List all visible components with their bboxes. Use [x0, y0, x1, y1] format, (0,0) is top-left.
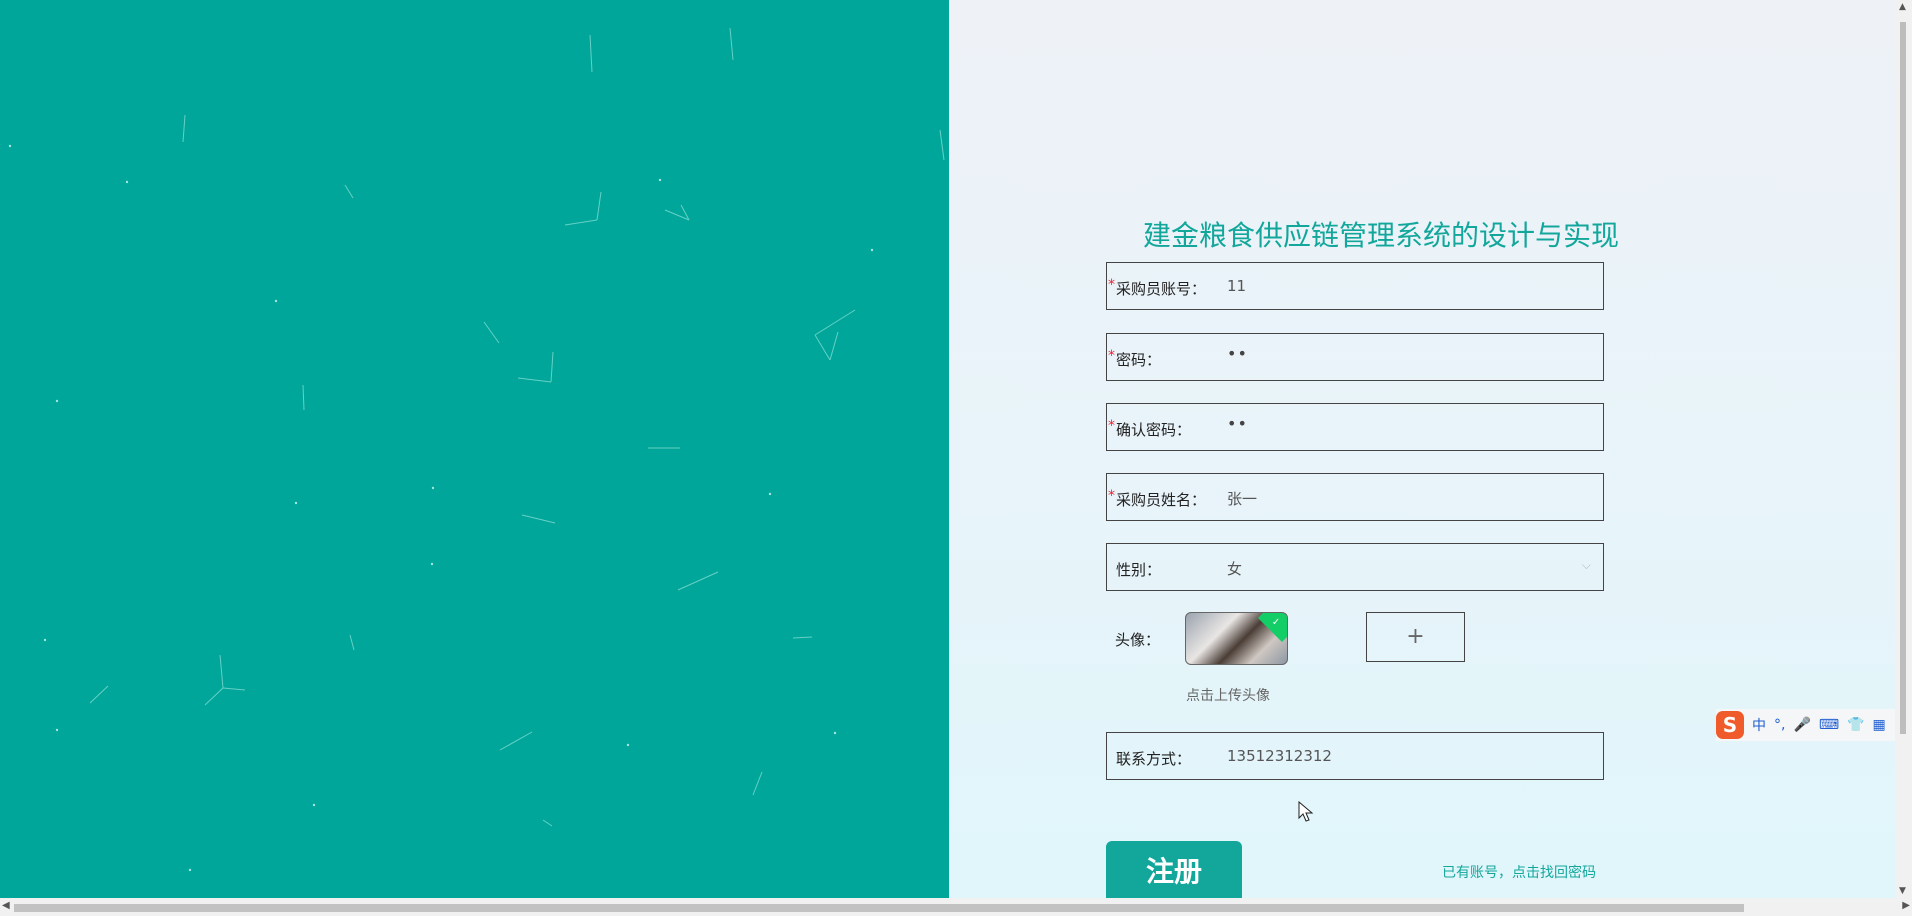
password-label: 密码：	[1116, 351, 1162, 369]
required-mark: *	[1108, 418, 1115, 434]
plus-icon: +	[1406, 624, 1425, 649]
register-button[interactable]: 注册	[1106, 841, 1242, 898]
gender-select[interactable]: 性别： 女 ⌵	[1106, 543, 1604, 591]
avatar-image[interactable]: ✓	[1185, 612, 1288, 665]
vertical-scroll-thumb[interactable]	[1900, 22, 1906, 734]
scroll-up-icon[interactable]: ▲	[1899, 2, 1906, 12]
horizontal-scrollbar[interactable]: ◀ ▶	[0, 898, 1912, 916]
name-label: 采购员姓名：	[1116, 491, 1207, 509]
password-input[interactable]: ••	[1227, 344, 1248, 363]
ime-mode-toggle[interactable]: 中	[1752, 715, 1766, 735]
required-mark: *	[1108, 277, 1115, 293]
confirm-password-label: 确认密码：	[1116, 421, 1192, 439]
gender-value[interactable]: 女	[1227, 558, 1242, 579]
password-field[interactable]: * 密码： ••	[1106, 333, 1604, 381]
confirm-password-field[interactable]: * 确认密码： ••	[1106, 403, 1604, 451]
page-title: 建金粮食供应链管理系统的设计与实现	[1143, 219, 1620, 252]
grid-menu-icon[interactable]: ▦	[1873, 717, 1886, 733]
mouse-cursor-icon	[1298, 801, 1314, 822]
phone-input[interactable]: 13512312312	[1227, 747, 1332, 765]
name-input[interactable]: 张一	[1227, 488, 1257, 509]
required-mark: *	[1108, 488, 1115, 504]
phone-label: 联系方式：	[1116, 750, 1192, 768]
punctuation-toggle[interactable]: °,	[1774, 717, 1785, 733]
avatar-label: 头像：	[1115, 631, 1161, 649]
gender-label: 性别：	[1116, 561, 1162, 579]
chevron-down-icon[interactable]: ⌵	[1582, 558, 1591, 573]
name-field[interactable]: * 采购员姓名： 张一	[1106, 473, 1604, 521]
sogou-logo-icon[interactable]: S	[1716, 711, 1744, 739]
vertical-scrollbar[interactable]: ▲ ▼	[1895, 0, 1912, 898]
confirm-password-input[interactable]: ••	[1227, 414, 1248, 433]
login-link[interactable]: 已有账号，点击找回密码	[1442, 862, 1596, 882]
check-icon: ✓	[1257, 613, 1287, 643]
avatar-upload-button[interactable]: +	[1366, 612, 1465, 662]
particle-lines	[8, 27, 945, 872]
avatar-hint: 点击上传头像	[1186, 688, 1270, 704]
scroll-right-icon[interactable]: ▶	[1902, 900, 1910, 911]
phone-field[interactable]: 联系方式： 13512312312	[1106, 732, 1604, 780]
skin-icon[interactable]: 👕	[1847, 717, 1864, 733]
account-input[interactable]: 11	[1227, 277, 1246, 295]
scroll-down-icon[interactable]: ▼	[1899, 886, 1906, 896]
account-label: 采购员账号：	[1116, 280, 1207, 298]
required-mark: *	[1108, 348, 1115, 364]
decorative-background-panel	[0, 0, 949, 898]
microphone-icon[interactable]: 🎤	[1793, 717, 1810, 733]
account-field[interactable]: * 采购员账号： 11	[1106, 262, 1604, 310]
scroll-left-icon[interactable]: ◀	[2, 900, 10, 911]
ime-toolbar: S 中 °, 🎤 ⌨ 👕 ▦	[1716, 709, 1912, 741]
keyboard-icon[interactable]: ⌨	[1819, 717, 1839, 733]
horizontal-scroll-thumb[interactable]	[14, 904, 1744, 912]
